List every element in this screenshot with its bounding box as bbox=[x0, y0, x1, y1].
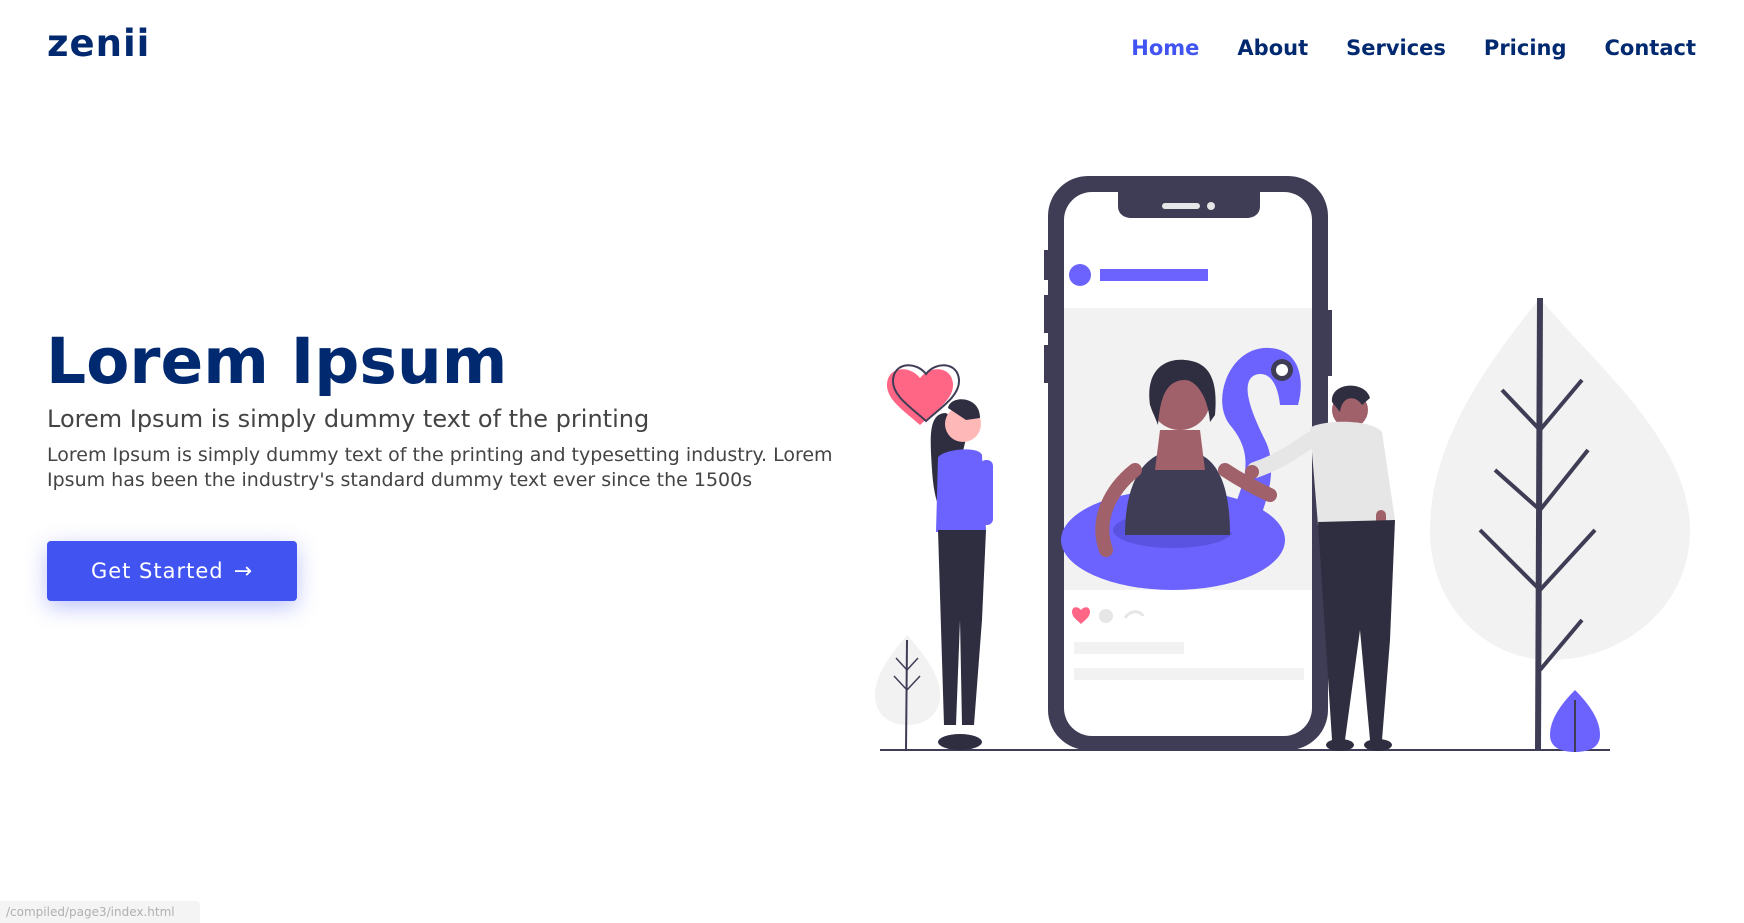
browser-status-bar: /compiled/page3/index.html bbox=[0, 901, 200, 923]
nav-services[interactable]: Services bbox=[1346, 36, 1446, 60]
nav-about[interactable]: About bbox=[1237, 36, 1308, 60]
small-purple-plant-icon bbox=[1550, 690, 1600, 752]
page: zenii Home About Services Pricing Contac… bbox=[0, 0, 1744, 923]
nav-home[interactable]: Home bbox=[1131, 36, 1199, 60]
hero-subtitle: Lorem Ipsum is simply dummy text of the … bbox=[47, 405, 650, 433]
arrow-right-icon: → bbox=[233, 558, 254, 584]
hero-title: Lorem Ipsum bbox=[46, 325, 508, 398]
brand-logo[interactable]: zenii bbox=[47, 22, 150, 65]
main-nav: Home About Services Pricing Contact bbox=[1131, 36, 1696, 60]
get-started-button[interactable]: Get Started → bbox=[47, 541, 297, 601]
large-tree-icon bbox=[1430, 297, 1690, 751]
nav-pricing[interactable]: Pricing bbox=[1484, 36, 1567, 60]
standing-woman-illustration bbox=[930, 399, 993, 750]
hero-illustration bbox=[875, 176, 1690, 752]
small-left-plant-icon bbox=[875, 635, 940, 751]
nav-contact[interactable]: Contact bbox=[1605, 36, 1697, 60]
get-started-label: Get Started bbox=[90, 559, 224, 583]
hero-description: Lorem Ipsum is simply dummy text of the … bbox=[47, 444, 833, 491]
